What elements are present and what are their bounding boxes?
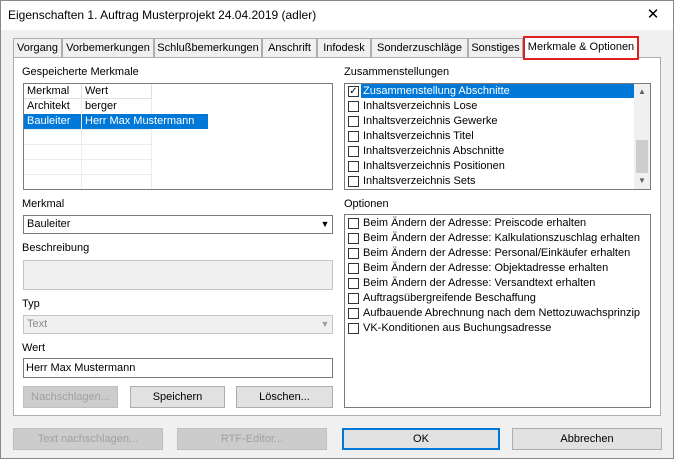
wert-input[interactable]: Herr Max Mustermann	[23, 358, 333, 378]
table-row[interactable]: Bauleiter Herr Max Mustermann	[24, 114, 224, 129]
tab-infodesk[interactable]: Infodesk	[317, 38, 371, 58]
ok-button[interactable]: OK	[342, 428, 500, 450]
nachschlagen-button[interactable]: Nachschlagen...	[23, 386, 118, 408]
checkbox[interactable]	[348, 176, 359, 187]
checkbox[interactable]	[348, 248, 359, 259]
checkbox[interactable]	[348, 131, 359, 142]
tab-merkmale-optionen[interactable]: Merkmale & Optionen	[523, 36, 639, 60]
scroll-down-icon[interactable]: ▼	[634, 173, 650, 189]
checkbox[interactable]	[348, 161, 359, 172]
scroll-up-icon[interactable]: ▲	[634, 84, 650, 100]
beschreibung-label: Beschreibung	[22, 242, 90, 254]
typ-value: Text	[27, 318, 48, 330]
gespeicherte-merkmale-label: Gespeicherte Merkmale	[22, 66, 139, 78]
typ-combobox: Text ▼	[23, 315, 333, 334]
speichern-button[interactable]: Speichern	[130, 386, 225, 408]
table-row[interactable]: Architekt berger	[24, 99, 224, 114]
beschreibung-field	[23, 260, 333, 290]
scrollbar-thumb[interactable]	[636, 140, 648, 173]
gespeicherte-merkmale-list[interactable]: Merkmal Wert Architekt berger Bauleiter …	[23, 83, 333, 190]
tab-vorgang[interactable]: Vorgang	[13, 38, 62, 58]
zusammenstellungen-scrollbar[interactable]: ▲ ▼	[634, 84, 650, 189]
grid-line	[24, 174, 152, 175]
close-icon: ✕	[646, 6, 660, 23]
tab-page-merkmale-optionen: Gespeicherte Merkmale Merkmal Wert Archi…	[13, 57, 661, 416]
column-header-merkmal[interactable]: Merkmal	[24, 84, 82, 99]
checkbox[interactable]	[348, 293, 359, 304]
merkmal-combobox[interactable]: Bauleiter ▼	[23, 215, 333, 234]
properties-dialog: Eigenschaften 1. Auftrag Musterprojekt 2…	[0, 0, 674, 459]
check-icon[interactable]: ✓	[348, 86, 359, 97]
grid-line	[24, 159, 152, 160]
wert-label: Wert	[22, 342, 46, 354]
checkbox[interactable]	[348, 278, 359, 289]
checkbox[interactable]	[348, 233, 359, 244]
abbrechen-button[interactable]: Abbrechen	[512, 428, 662, 450]
checkbox[interactable]	[348, 218, 359, 229]
optionen-label: Optionen	[344, 198, 389, 210]
checkbox[interactable]	[348, 308, 359, 319]
column-header-wert[interactable]: Wert	[82, 84, 152, 99]
cell-wert: Herr Max Mustermann	[82, 114, 208, 129]
cell-merkmal: Bauleiter	[24, 114, 81, 129]
zusammenstellungen-list[interactable]: ✓ Zusammenstellung Abschnitte Inhaltsver…	[344, 83, 651, 190]
typ-label: Typ	[22, 298, 40, 310]
tab-schlussbemerkungen[interactable]: Schlußbemerkungen	[154, 38, 262, 58]
grid-line	[24, 144, 152, 145]
chevron-down-icon[interactable]: ▼	[320, 219, 330, 229]
tab-sonstiges[interactable]: Sonstiges	[468, 38, 523, 58]
zusammenstellungen-label: Zusammenstellungen	[344, 66, 450, 78]
checkbox[interactable]	[348, 263, 359, 274]
chevron-down-icon: ▼	[320, 319, 330, 329]
title-bar: Eigenschaften 1. Auftrag Musterprojekt 2…	[1, 1, 673, 30]
loeschen-button[interactable]: Löschen...	[236, 386, 333, 408]
checkbox[interactable]	[348, 146, 359, 157]
checkbox[interactable]	[348, 323, 359, 334]
tab-sonderzuschlaege[interactable]: Sonderzuschläge	[371, 38, 468, 58]
window-title: Eigenschaften 1. Auftrag Musterprojekt 2…	[8, 8, 317, 22]
text-nachschlagen-button[interactable]: Text nachschlagen...	[13, 428, 163, 450]
merkmal-label: Merkmal	[22, 198, 65, 210]
tab-anschrift[interactable]: Anschrift	[262, 38, 317, 58]
checkbox[interactable]	[348, 101, 359, 112]
rtf-editor-button[interactable]: RTF-Editor...	[177, 428, 327, 450]
checkbox[interactable]	[348, 116, 359, 127]
grid-line	[24, 129, 152, 130]
cell-wert: berger	[85, 100, 117, 112]
close-button[interactable]: ✕	[633, 1, 673, 29]
wert-value: Herr Max Mustermann	[26, 362, 136, 374]
optionen-list[interactable]: Beim Ändern der Adresse: Preiscode erhal…	[344, 214, 651, 408]
cell-merkmal: Architekt	[27, 100, 70, 112]
tab-vorbemerkungen[interactable]: Vorbemerkungen	[62, 38, 154, 58]
merkmal-value: Bauleiter	[27, 218, 71, 230]
